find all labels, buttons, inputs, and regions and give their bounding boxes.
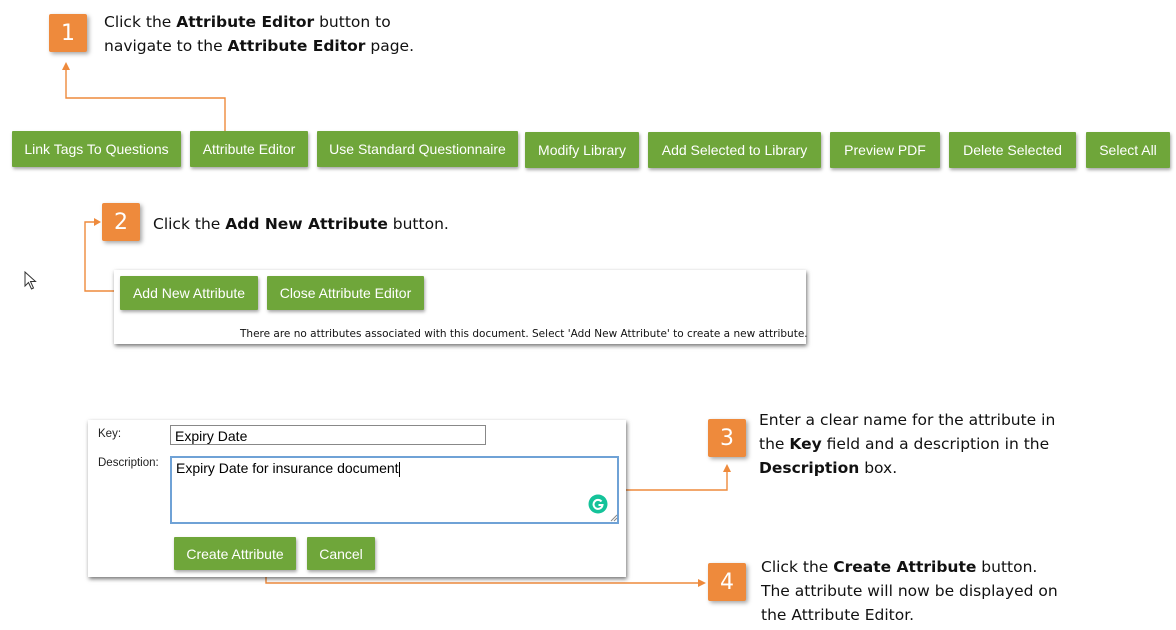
create-attribute-button[interactable]: Create Attribute <box>174 537 296 570</box>
attribute-editor-button[interactable]: Attribute Editor <box>190 131 308 167</box>
step-2-text: Click the Add New Attribute button. <box>153 215 449 233</box>
step-2-badge: 2 <box>102 203 140 241</box>
text-cursor <box>398 461 400 477</box>
step-number: 2 <box>114 209 128 235</box>
add-selected-to-library-button[interactable]: Add Selected to Library <box>648 132 821 168</box>
close-attribute-editor-button[interactable]: Close Attribute Editor <box>267 276 424 310</box>
add-new-attribute-button[interactable]: Add New Attribute <box>120 276 258 310</box>
step-4-text: Click the Create Attribute button. The a… <box>761 558 1058 624</box>
step-4-badge: 4 <box>708 563 746 601</box>
step-number: 4 <box>720 569 734 595</box>
attribute-form-panel: Key: Expiry Date Description: Expiry Dat… <box>88 420 626 577</box>
modify-library-button[interactable]: Modify Library <box>525 132 639 168</box>
description-text: Expiry Date for insurance document <box>176 460 399 476</box>
description-field[interactable]: Expiry Date for insurance document <box>170 456 619 524</box>
step-3-text: Enter a clear name for the attribute in … <box>759 411 1056 477</box>
step-3-badge: 3 <box>708 419 746 457</box>
use-standard-questionnaire-button[interactable]: Use Standard Questionnaire <box>317 131 518 167</box>
select-all-button[interactable]: Select All <box>1086 132 1170 168</box>
preview-pdf-button[interactable]: Preview PDF <box>830 132 940 168</box>
mouse-pointer-icon <box>24 271 37 290</box>
step-number: 3 <box>720 425 734 451</box>
grammarly-icon[interactable] <box>588 494 608 514</box>
cancel-button[interactable]: Cancel <box>307 537 375 570</box>
key-field[interactable]: Expiry Date <box>170 425 486 445</box>
description-label: Description: <box>98 457 159 469</box>
delete-selected-button[interactable]: Delete Selected <box>949 132 1076 168</box>
empty-attributes-message: There are no attributes associated with … <box>240 328 808 340</box>
attribute-editor-panel: Add New Attribute Close Attribute Editor… <box>114 270 808 344</box>
resize-handle-icon[interactable] <box>610 514 618 522</box>
key-label: Key: <box>98 428 122 440</box>
link-tags-button[interactable]: Link Tags To Questions <box>12 131 181 167</box>
